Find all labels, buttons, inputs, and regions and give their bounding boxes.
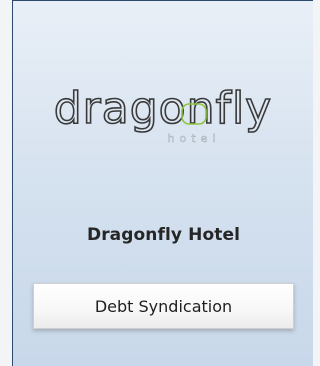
property-card: dragonfly hotel Dragonfly Hotel Debt Syn… <box>12 0 313 366</box>
hotel-name: Dragonfly Hotel <box>86 225 241 245</box>
logo-graphic: dragonfly hotel <box>53 82 272 145</box>
logo-wordmark: dragonfly <box>54 83 272 134</box>
dragonfly-hotel-logo: dragonfly hotel <box>13 79 314 151</box>
logo-subtext: hotel <box>168 132 221 145</box>
debt-syndication-button[interactable]: Debt Syndication <box>33 283 294 329</box>
